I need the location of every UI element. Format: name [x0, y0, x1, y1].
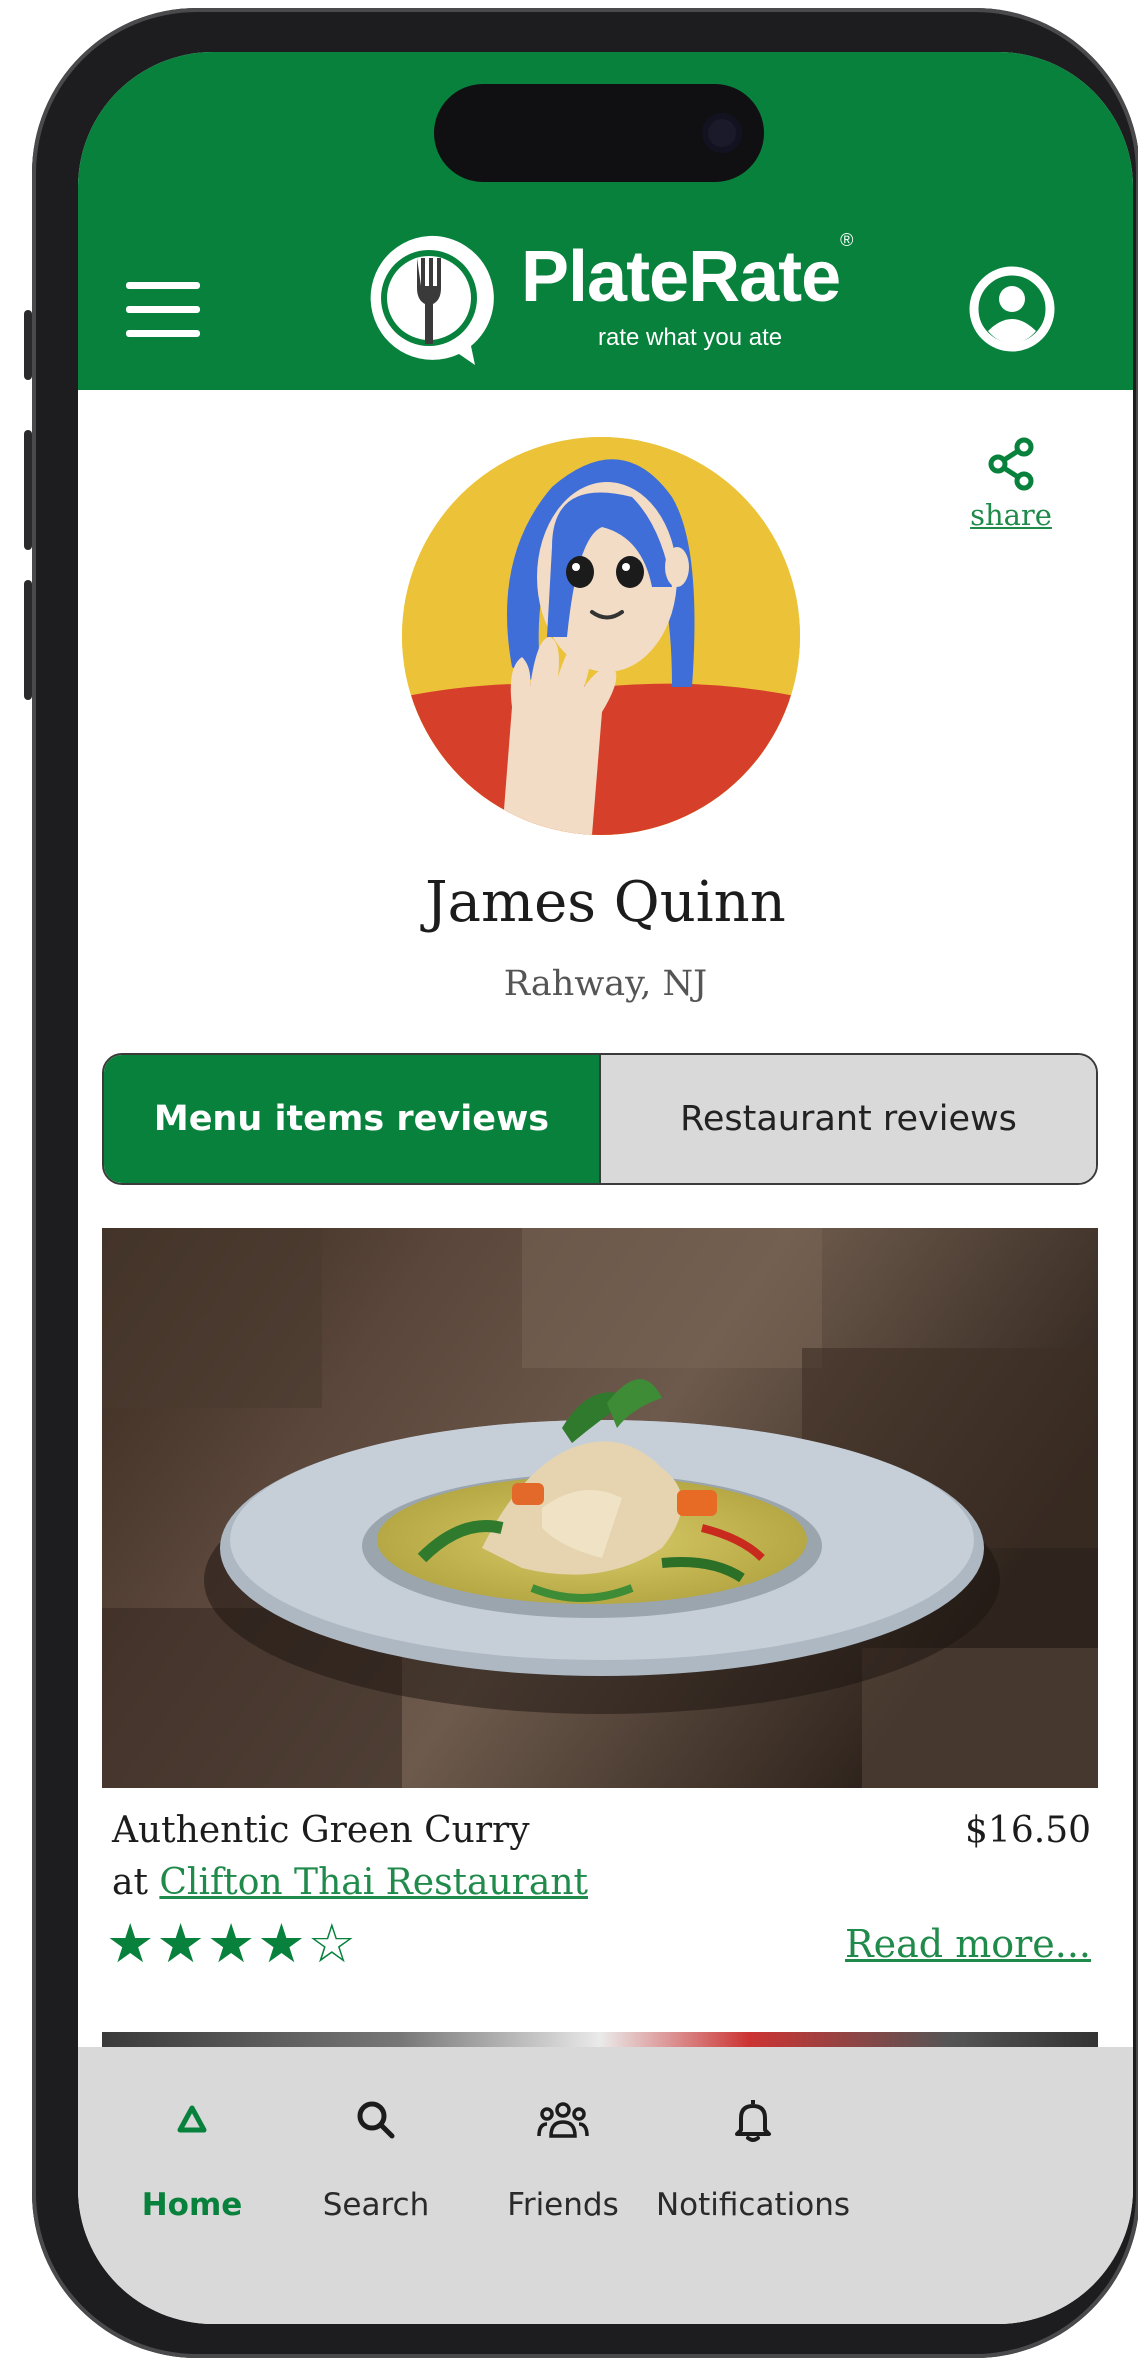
- screen: PlateRate® rate what you ate share James…: [78, 52, 1133, 2324]
- side-button: [24, 430, 32, 550]
- dish-photo[interactable]: [102, 1228, 1098, 1788]
- share-icon: [988, 437, 1034, 491]
- fork-logo-icon: [370, 235, 494, 365]
- dynamic-island: [434, 84, 764, 182]
- share-label: share: [970, 498, 1052, 532]
- brand-tagline: rate what you ate: [598, 324, 783, 351]
- read-more-link[interactable]: Read more...: [845, 1922, 1091, 1966]
- tab-menu-items-reviews[interactable]: Menu items reviews: [104, 1055, 599, 1183]
- dish-name: Authentic Green Curry: [112, 1810, 530, 1851]
- profile-name: James Quinn: [425, 870, 786, 935]
- side-button: [24, 580, 32, 700]
- home-icon: [177, 2105, 207, 2133]
- review-tabs: Menu items reviews Restaurant reviews: [102, 1053, 1098, 1185]
- bottom-nav: Home Search Friends Notifications: [78, 2047, 1133, 2324]
- search-icon: [357, 2101, 395, 2139]
- restaurant-line: at Clifton Thai Restaurant: [112, 1862, 588, 1903]
- dish-price: $16.50: [965, 1810, 1091, 1851]
- avatar: [402, 437, 800, 835]
- restaurant-link[interactable]: Clifton Thai Restaurant: [159, 1862, 588, 1903]
- friends-icon: [537, 2102, 589, 2138]
- tab-restaurant-reviews[interactable]: Restaurant reviews: [599, 1055, 1096, 1183]
- nav-label-notifications: Notifications: [655, 2187, 851, 2223]
- camera-icon: [702, 113, 742, 153]
- brand-name: PlateRate®: [521, 230, 853, 317]
- profile-location: Rahway, NJ: [503, 964, 708, 1004]
- account-icon[interactable]: [968, 265, 1056, 353]
- bell-icon: [735, 2100, 771, 2142]
- side-button: [24, 310, 32, 380]
- rating-stars: ★★★★☆: [106, 1912, 359, 1975]
- menu-icon[interactable]: [126, 282, 204, 338]
- share-button[interactable]: share: [966, 437, 1056, 532]
